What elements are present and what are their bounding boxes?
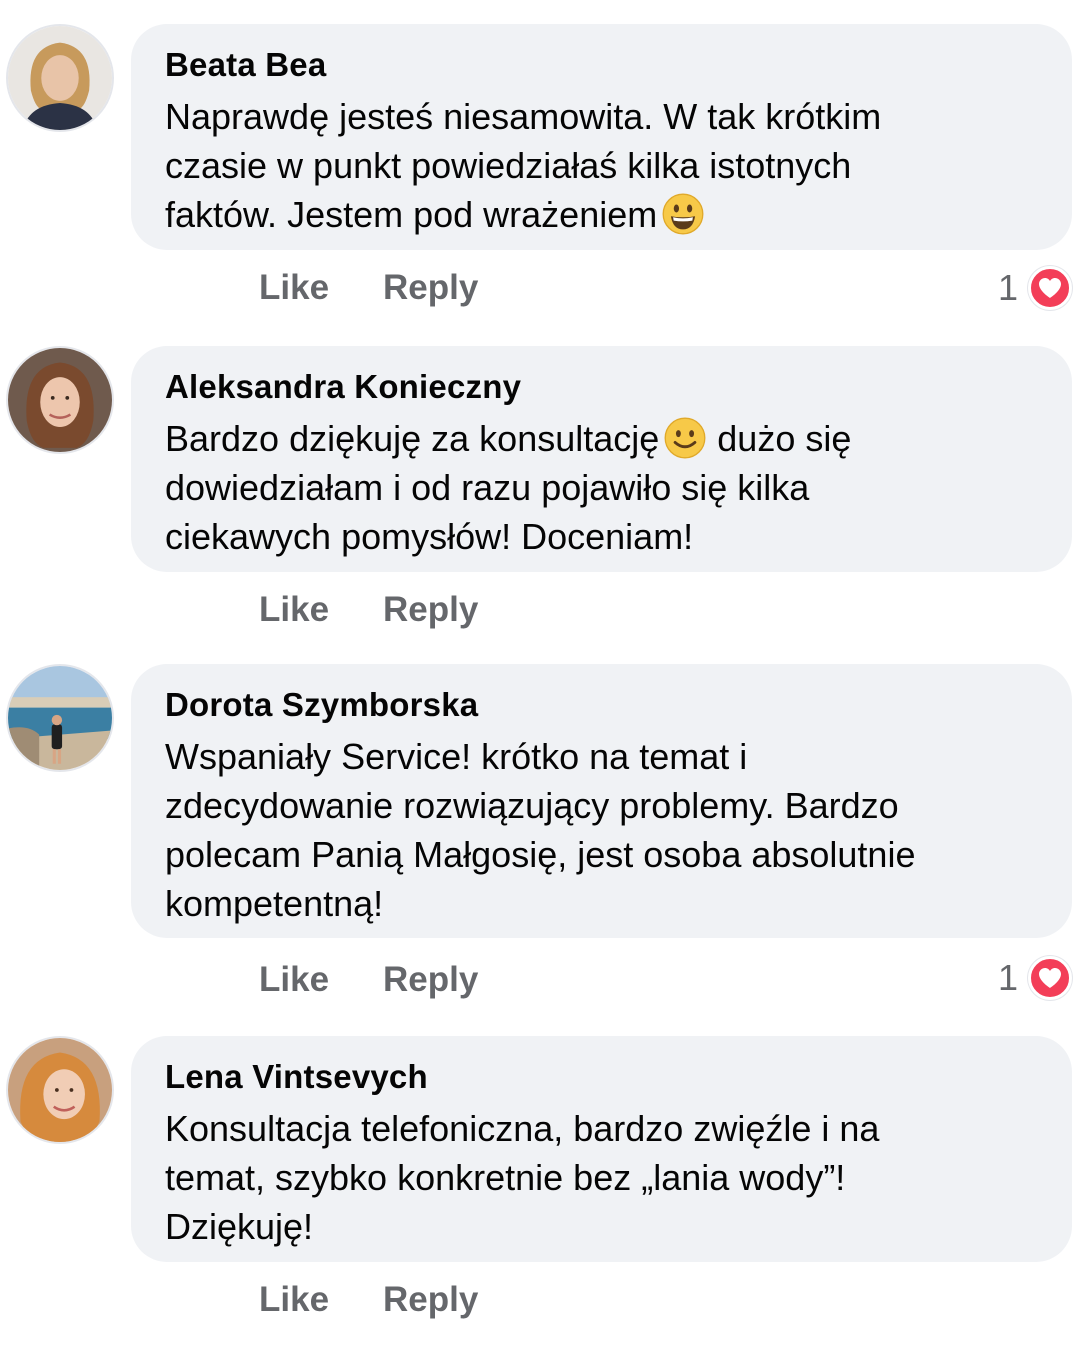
comment-text-body: Naprawdę jesteś niesamowita. W tak krótk… xyxy=(165,96,882,235)
comment-text: Naprawdę jesteś niesamowita. W tak krótk… xyxy=(165,92,1038,239)
comment-bubble: Lena Vintsevych Konsultacja telefoniczna… xyxy=(131,1036,1072,1262)
comment-author[interactable]: Dorota Szymborska xyxy=(165,686,1038,724)
comments-feed: Beata Bea Naprawdę jesteś niesamowita. W… xyxy=(0,0,1080,1350)
avatar-image xyxy=(8,26,112,130)
avatar[interactable] xyxy=(6,24,114,132)
reply-button[interactable]: Reply xyxy=(383,268,478,308)
comment-actions: Like Reply xyxy=(259,1280,478,1320)
reaction-count: 1 xyxy=(997,957,1018,998)
heart-reaction-icon xyxy=(1028,266,1072,310)
comment-bubble: Dorota Szymborska Wspaniały Service! kró… xyxy=(131,664,1072,938)
comment-text: Bardzo dziękuję za konsultację dużo się … xyxy=(165,414,1038,561)
avatar-image xyxy=(8,666,112,770)
reply-button[interactable]: Reply xyxy=(383,1280,478,1320)
reply-button[interactable]: Reply xyxy=(383,590,478,630)
like-button[interactable]: Like xyxy=(259,960,383,1000)
avatar[interactable] xyxy=(6,664,114,772)
comment-author[interactable]: Beata Bea xyxy=(165,46,1038,84)
comment-bubble: Aleksandra Konieczny Bardzo dziękuję za … xyxy=(131,346,1072,572)
comment-text-part: Bardzo dziękuję za konsultację xyxy=(165,418,660,459)
comment-author[interactable]: Lena Vintsevych xyxy=(165,1058,1038,1096)
reaction-summary[interactable]: 1 xyxy=(998,266,1072,310)
avatar-image xyxy=(8,1038,112,1142)
avatar-image xyxy=(8,348,112,452)
comment-bubble: Beata Bea Naprawdę jesteś niesamowita. W… xyxy=(131,24,1072,250)
avatar[interactable] xyxy=(6,1036,114,1144)
grinning-face-icon xyxy=(661,192,705,236)
like-button[interactable]: Like xyxy=(259,1280,383,1320)
like-button[interactable]: Like xyxy=(259,590,383,630)
smiling-face-icon xyxy=(663,416,707,460)
comment-text: Konsultacja telefoniczna, bardzo zwięźle… xyxy=(165,1108,880,1247)
comment-actions: Like Reply xyxy=(259,268,478,308)
avatar[interactable] xyxy=(6,346,114,454)
heart-reaction-icon xyxy=(1028,956,1072,1000)
reaction-count: 1 xyxy=(997,267,1018,308)
comment-text: Wspaniały Service! krótko na temat i zde… xyxy=(165,736,916,924)
like-button[interactable]: Like xyxy=(259,268,383,308)
comment-author[interactable]: Aleksandra Konieczny xyxy=(165,368,1038,406)
reaction-summary[interactable]: 1 xyxy=(998,956,1072,1000)
comment-actions: Like Reply xyxy=(259,960,478,1000)
reply-button[interactable]: Reply xyxy=(383,960,478,1000)
comment-actions: Like Reply xyxy=(259,590,478,630)
